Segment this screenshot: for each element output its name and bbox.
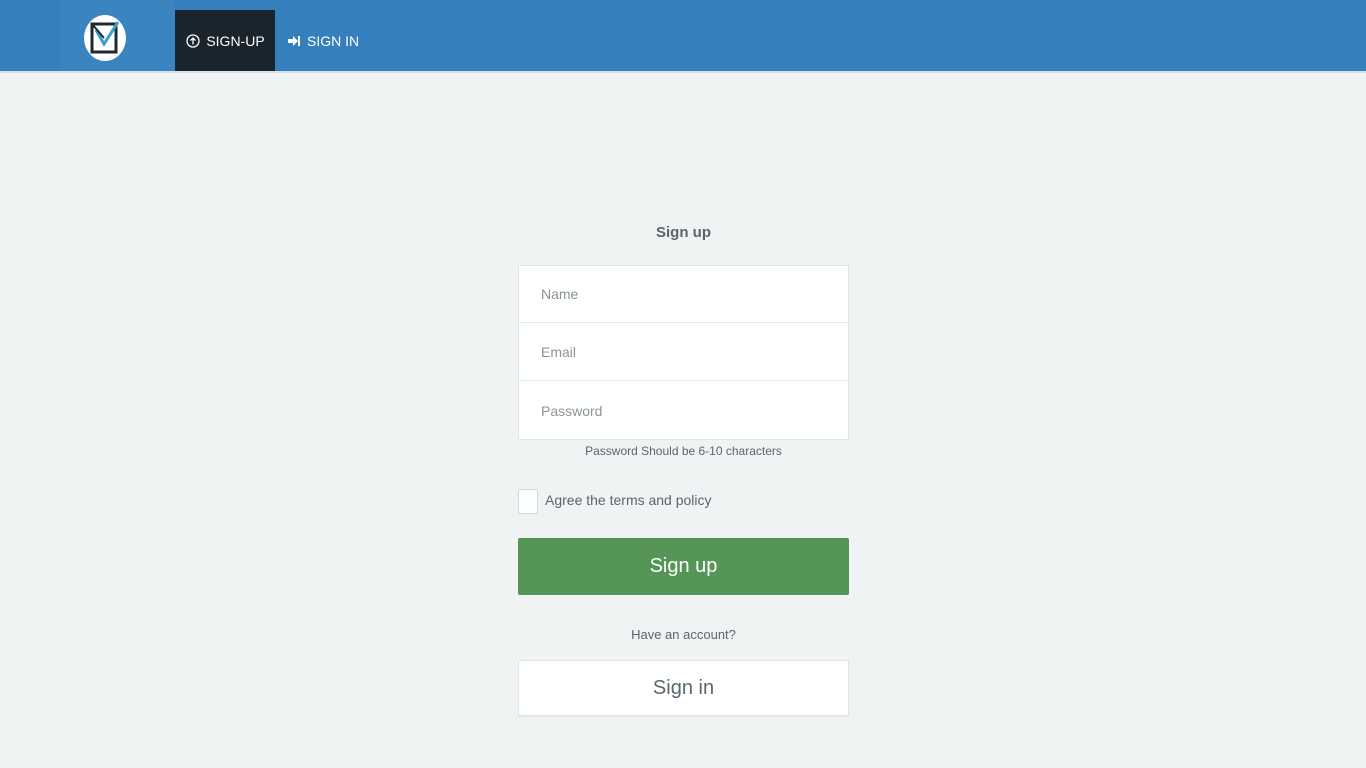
sign-in-icon [286,33,302,49]
logo-icon[interactable] [84,15,126,61]
navbar-divider [0,71,1366,73]
page-title: Sign up [656,224,711,241]
agree-checkbox[interactable] [518,489,538,514]
password-input[interactable] [519,382,848,439]
nav-signin-label: SIGN IN [307,32,360,49]
name-input[interactable] [519,266,848,323]
agree-label: Agree the terms and policy [545,492,712,508]
signin-button[interactable]: Sign in [518,660,849,716]
email-input[interactable] [519,324,848,381]
nav-signup-tab[interactable]: SIGN-UP [175,10,275,71]
nav-signup-label: SIGN-UP [206,32,265,49]
password-hint: Password Should be 6-10 characters [585,444,782,458]
have-account-text: Have an account? [631,627,736,642]
signup-form [518,265,849,440]
nav-signin-tab[interactable]: SIGN IN [286,10,366,71]
signup-button[interactable]: Sign up [518,538,849,595]
arrow-up-circle-icon [185,33,201,49]
